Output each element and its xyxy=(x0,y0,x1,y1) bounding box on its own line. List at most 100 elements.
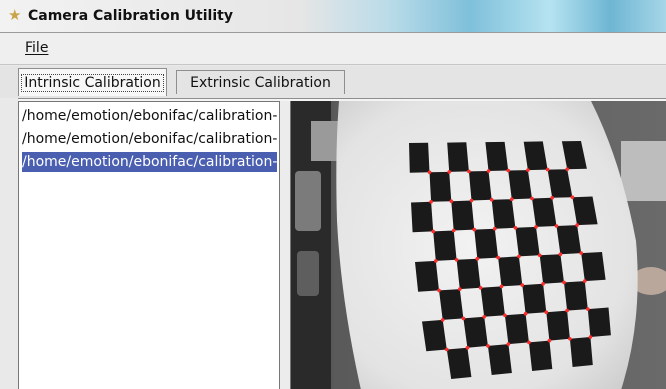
corner-marker xyxy=(467,169,471,174)
corner-marker xyxy=(472,227,477,232)
corner-marker xyxy=(565,308,569,313)
file-list-item[interactable]: /home/emotion/ebonifac/calibration-1 xyxy=(22,106,277,126)
corner-marker xyxy=(550,196,554,200)
corner-marker xyxy=(537,253,542,258)
scene-building xyxy=(311,121,341,161)
checker-square xyxy=(498,256,523,287)
corner-marker xyxy=(570,195,575,199)
pane-splitter[interactable] xyxy=(280,101,290,389)
corner-marker xyxy=(493,226,497,231)
checker-square xyxy=(532,197,557,227)
checker-square xyxy=(429,171,452,202)
corner-marker xyxy=(451,228,456,233)
corner-marker xyxy=(454,258,459,262)
checker-square xyxy=(515,226,540,257)
corner-marker xyxy=(534,225,538,229)
corner-marker xyxy=(520,283,525,287)
checker-square xyxy=(447,142,469,172)
checker-square xyxy=(569,337,593,367)
corner-marker xyxy=(496,255,500,260)
calibration-image-view[interactable] xyxy=(290,101,666,389)
calibration-window: ★ Camera Calibration Utility File Intrin… xyxy=(0,0,666,389)
corner-marker xyxy=(447,170,451,174)
corner-marker xyxy=(558,252,563,256)
corner-marker xyxy=(506,342,511,346)
corner-marker xyxy=(517,254,521,259)
checker-square xyxy=(508,170,532,200)
scene-car xyxy=(295,171,321,231)
corner-marker xyxy=(445,347,449,352)
star-icon: ★ xyxy=(8,6,22,24)
checker-square xyxy=(522,283,547,314)
tab-strip: Intrinsic Calibration Extrinsic Calibrat… xyxy=(0,66,666,98)
tab-intrinsic-calibration[interactable]: Intrinsic Calibration xyxy=(18,68,167,96)
corner-marker xyxy=(541,282,545,286)
checker-square xyxy=(480,286,505,317)
title-bar[interactable]: ★ Camera Calibration Utility xyxy=(0,0,666,33)
checker-square xyxy=(487,344,512,375)
corner-marker xyxy=(482,315,486,319)
checker-square xyxy=(474,228,499,259)
tab-extrinsic-calibration[interactable]: Extrinsic Calibration xyxy=(176,70,345,94)
corner-marker xyxy=(486,344,490,348)
checker-square xyxy=(539,254,564,284)
corner-marker xyxy=(544,310,549,314)
corner-marker xyxy=(565,167,569,171)
corner-marker xyxy=(545,167,550,172)
corner-marker xyxy=(586,307,590,311)
image-file-list[interactable]: /home/emotion/ebonifac/calibration-1 /ho… xyxy=(18,101,280,389)
corner-marker xyxy=(547,338,552,343)
corner-marker xyxy=(437,288,441,293)
corner-marker xyxy=(461,316,466,321)
checker-square xyxy=(564,281,588,311)
corner-marker xyxy=(449,199,454,203)
corner-marker xyxy=(503,313,507,318)
corner-marker xyxy=(527,340,531,345)
corner-marker xyxy=(427,170,432,175)
corner-marker xyxy=(554,224,559,228)
menu-file[interactable]: File xyxy=(25,40,48,56)
intrinsic-panel: /home/emotion/ebonifac/calibration-1 /ho… xyxy=(18,98,666,389)
corner-marker xyxy=(465,345,470,350)
checker-square xyxy=(581,252,606,282)
tab-extrinsic-label: Extrinsic Calibration xyxy=(190,75,331,91)
checker-square xyxy=(587,307,611,337)
corner-marker xyxy=(469,198,474,203)
corner-marker xyxy=(429,200,433,204)
file-list-item-selected[interactable]: /home/emotion/ebonifac/calibration-1 xyxy=(22,152,277,172)
checker-square xyxy=(463,316,488,348)
checker-square xyxy=(415,260,439,292)
tab-intrinsic-label: Intrinsic Calibration xyxy=(21,74,164,92)
corner-marker xyxy=(526,168,530,172)
corner-marker xyxy=(575,223,579,227)
corner-marker xyxy=(579,251,583,255)
corner-marker xyxy=(486,169,491,173)
checker-square xyxy=(409,142,430,173)
checker-square xyxy=(556,225,582,255)
checker-square xyxy=(485,141,509,171)
corner-marker xyxy=(583,279,587,283)
corner-marker xyxy=(523,311,528,316)
file-list-item[interactable]: /home/emotion/ebonifac/calibration-1 xyxy=(22,129,277,149)
checker-square xyxy=(468,171,492,201)
checker-square xyxy=(528,340,553,371)
corner-marker xyxy=(431,229,435,234)
checker-square xyxy=(456,258,481,290)
corner-marker xyxy=(513,226,518,230)
corner-marker xyxy=(478,286,483,290)
corner-marker xyxy=(530,196,534,201)
corner-marker xyxy=(499,284,504,289)
corner-marker xyxy=(489,198,494,202)
checker-square xyxy=(451,200,475,231)
corner-marker xyxy=(506,168,510,173)
corner-marker xyxy=(458,287,462,291)
menu-bar: File xyxy=(0,33,666,65)
checker-square xyxy=(546,310,570,341)
corner-marker xyxy=(588,335,593,339)
window-title: Camera Calibration Utility xyxy=(28,8,233,24)
scene-building-right xyxy=(621,141,666,201)
checker-square xyxy=(422,319,447,352)
checker-square xyxy=(433,230,457,261)
corner-marker xyxy=(475,256,480,261)
corner-marker xyxy=(562,280,566,285)
